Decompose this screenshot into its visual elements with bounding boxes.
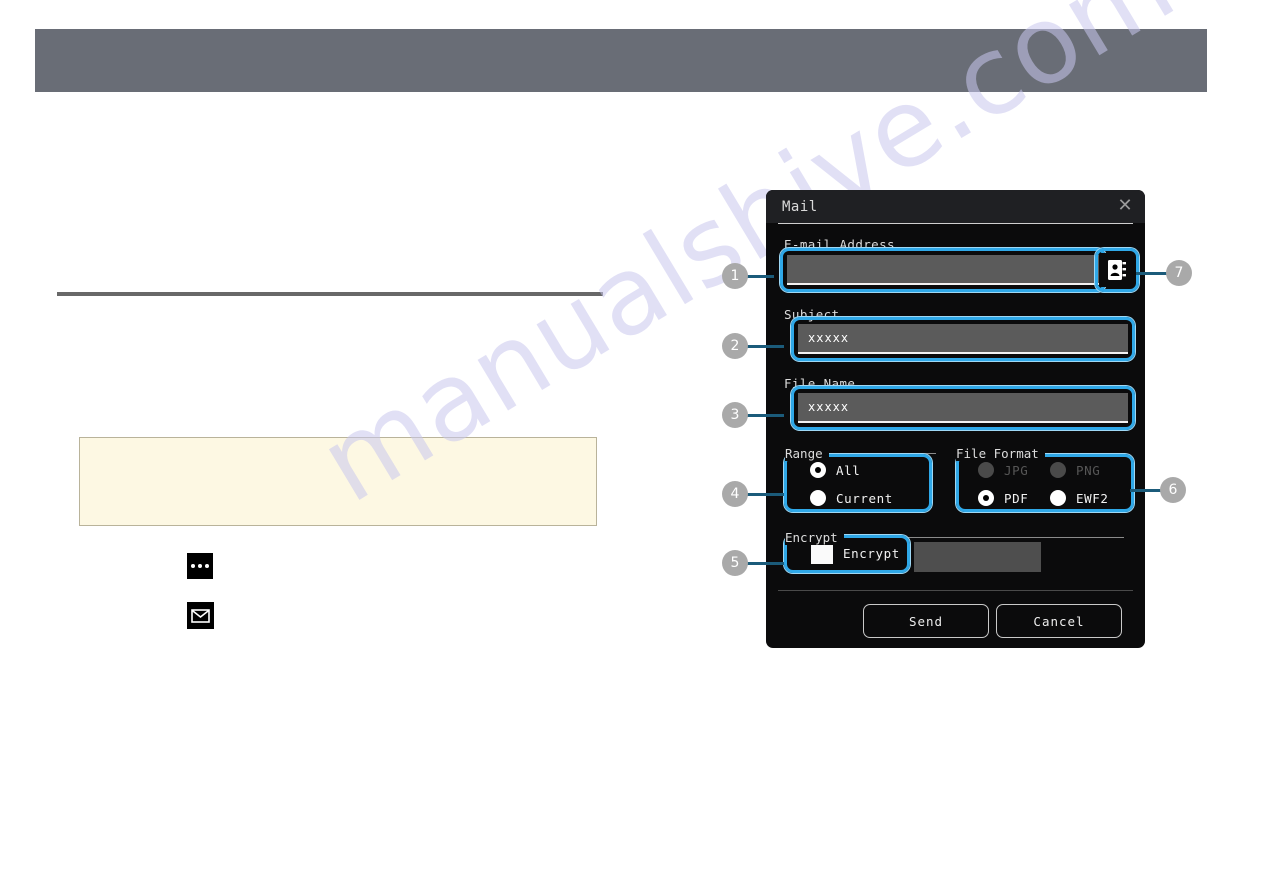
callout-badge-3: 3 [722, 402, 748, 428]
callout-badge-7: 7 [1166, 260, 1192, 286]
format-option-ewf2[interactable]: EWF2 [1050, 490, 1109, 506]
leader-line-2 [742, 345, 784, 348]
callout-badge-5: 5 [722, 550, 748, 576]
format-option-png[interactable]: PNG [1050, 462, 1100, 478]
address-book-button[interactable] [1101, 253, 1133, 287]
leader-line-7 [1136, 272, 1168, 275]
dialog-title: Mail [782, 198, 818, 215]
subject-field[interactable]: xxxxx [798, 324, 1128, 354]
encrypt-legend: Encrypt [785, 530, 844, 545]
dialog-titlebar: Mail ✕ [766, 190, 1145, 223]
format-option-jpg[interactable]: JPG [978, 462, 1028, 478]
radio-ewf2[interactable] [1050, 490, 1066, 506]
format-option-pdf-label: PDF [1004, 490, 1029, 506]
callout-badge-2: 2 [722, 333, 748, 359]
page-header-band [35, 29, 1207, 92]
leader-line-4 [742, 493, 784, 496]
subject-label: Subject [784, 307, 840, 322]
titlebar-separator [778, 223, 1133, 224]
more-options-icon [187, 553, 213, 579]
envelope-glyph [191, 608, 210, 623]
format-option-png-label: PNG [1076, 462, 1101, 478]
send-button[interactable]: Send [863, 604, 989, 638]
range-legend: Range [785, 446, 829, 461]
format-option-ewf2-label: EWF2 [1076, 490, 1109, 506]
callout-badge-6: 6 [1160, 477, 1186, 503]
radio-png[interactable] [1050, 462, 1066, 478]
email-address-field[interactable] [787, 255, 1099, 285]
range-legend-rule [841, 453, 936, 454]
mail-icon [187, 602, 214, 629]
range-option-all-label: All [836, 462, 861, 478]
leader-line-5 [742, 562, 784, 565]
leader-line-3 [742, 414, 784, 417]
close-icon[interactable]: ✕ [1115, 196, 1135, 216]
callout-badge-4: 4 [722, 481, 748, 507]
format-option-jpg-label: JPG [1004, 462, 1029, 478]
leader-line-6 [1130, 489, 1162, 492]
radio-jpg[interactable] [978, 462, 994, 478]
range-option-current[interactable]: Current [810, 490, 893, 506]
file-name-label: File Name [784, 376, 856, 391]
encrypt-checkbox-label: Encrypt [843, 545, 900, 561]
format-option-pdf[interactable]: PDF [978, 490, 1028, 506]
range-option-all[interactable]: All [810, 462, 860, 478]
radio-pdf[interactable] [978, 490, 994, 506]
radio-all[interactable] [810, 462, 826, 478]
encrypt-checkbox[interactable] [811, 542, 833, 564]
range-option-current-label: Current [836, 490, 893, 506]
file-format-legend-rule [1049, 453, 1124, 454]
radio-current[interactable] [810, 490, 826, 506]
callout-badge-1: 1 [722, 263, 748, 289]
encrypt-checkbox-row[interactable]: Encrypt [811, 542, 900, 564]
ellipsis-dots [191, 564, 209, 568]
mail-dialog: Mail ✕ E-mail Address Subject xxxxx File… [766, 190, 1145, 648]
file-format-legend: File Format [956, 446, 1045, 461]
section-divider [57, 292, 603, 296]
address-book-icon [1108, 260, 1126, 280]
note-callout-box [79, 437, 597, 526]
cancel-button[interactable]: Cancel [996, 604, 1122, 638]
email-address-label: E-mail Address [784, 237, 895, 252]
footer-separator [778, 590, 1133, 591]
file-name-field[interactable]: xxxxx [798, 393, 1128, 423]
encrypt-legend-rule [856, 537, 1124, 538]
encrypt-password-field[interactable] [914, 542, 1041, 572]
manual-page: manualshive.com Mail ✕ E-mail Address Su… [0, 0, 1263, 893]
